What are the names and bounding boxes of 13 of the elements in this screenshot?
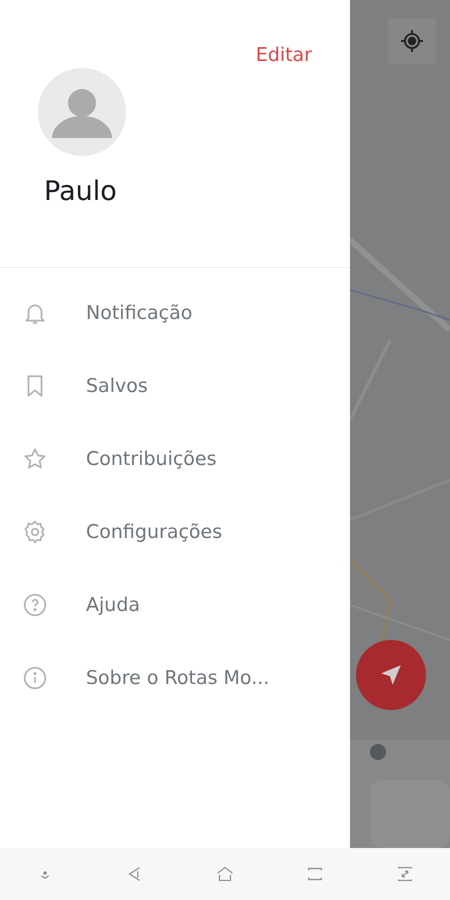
locate-icon — [399, 28, 425, 54]
edit-link[interactable]: Editar — [256, 44, 312, 66]
help-icon — [22, 592, 48, 618]
menu-item[interactable]: Salvos — [0, 349, 350, 422]
menu-item[interactable]: Sobre o Rotas Mo... — [0, 641, 350, 714]
locate-button[interactable] — [388, 18, 436, 64]
star-icon — [22, 446, 48, 472]
menu-item[interactable]: Ajuda — [0, 568, 350, 641]
user-name: Paulo — [44, 176, 118, 207]
menu-item[interactable]: Configurações — [0, 495, 350, 568]
menu-item[interactable]: Notificação — [0, 276, 350, 349]
menu-item[interactable]: Contribuições — [0, 422, 350, 495]
info-icon — [22, 664, 48, 690]
